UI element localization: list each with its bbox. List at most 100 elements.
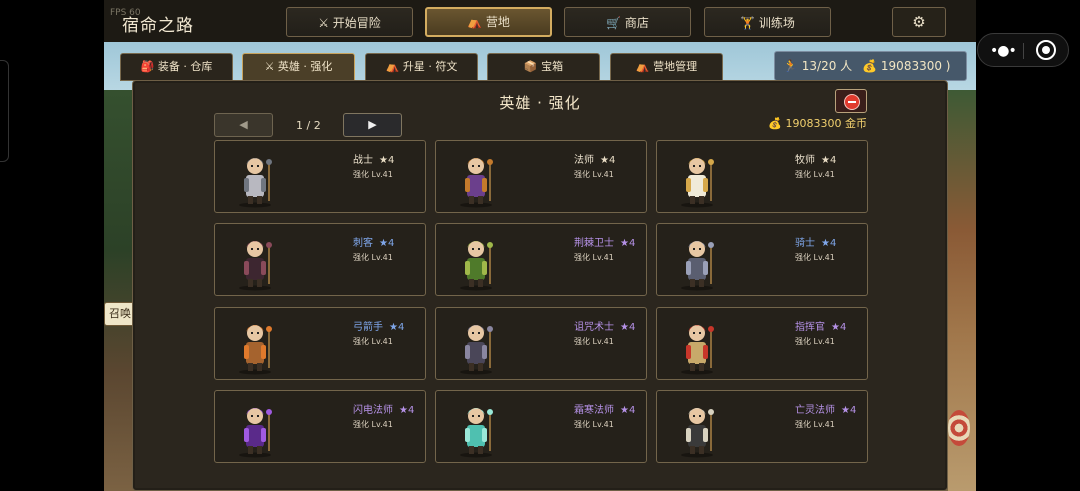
- hero-star-rating: ★4: [379, 155, 395, 166]
- hero-card[interactable]: 牧师 ★4 强化 Lv.41: [656, 140, 868, 213]
- hero-upgrade-level: 强化 Lv.41: [795, 170, 835, 179]
- hero-card[interactable]: 法师 ★4 强化 Lv.41: [435, 140, 647, 213]
- hero-star-rating: ★4: [399, 405, 415, 416]
- nav-shop[interactable]: 🛒 商店: [564, 7, 691, 37]
- hero-upgrade-level: 强化 Lv.41: [353, 337, 393, 346]
- hero-name-text: 骑士: [795, 238, 815, 249]
- hero-star-rating: ★4: [600, 155, 616, 166]
- hero-name-text: 霜寒法师: [574, 405, 614, 416]
- close-icon: [844, 94, 860, 110]
- hero-name-text: 刺客: [353, 238, 373, 249]
- resource-status: 🏃 13/20 人 💰 19083300 ): [774, 51, 967, 81]
- more-dots-icon[interactable]: •●•: [990, 43, 1017, 59]
- hero-portrait-icon: [460, 158, 493, 208]
- hero-portrait-icon: [460, 408, 493, 458]
- hero-star-rating: ★4: [620, 322, 636, 333]
- hero-upgrade-level: 强化 Lv.41: [795, 253, 835, 262]
- hero-portrait-icon: [681, 241, 714, 291]
- hero-upgrade-level: 强化 Lv.41: [574, 253, 614, 262]
- hero-name: 闪电法师 ★4: [353, 401, 414, 416]
- nav-start-adventure[interactable]: ⚔ 开始冒险: [286, 7, 413, 37]
- hero-name: 诅咒术士 ★4: [574, 318, 635, 333]
- tab-equipment-storage[interactable]: 🎒 装备 · 仓库: [120, 53, 233, 81]
- population-count: 🏃 13/20 人: [783, 59, 853, 73]
- gold-balance: 💰 19083300 金币: [768, 117, 867, 130]
- hero-card[interactable]: 荆棘卫士 ★4 强化 Lv.41: [435, 223, 647, 296]
- hero-name: 战士 ★4: [353, 151, 394, 166]
- hero-portrait-icon: [460, 325, 493, 375]
- hero-card[interactable]: 闪电法师 ★4 强化 Lv.41: [214, 390, 426, 463]
- hero-name: 刺客 ★4: [353, 234, 394, 249]
- hero-card[interactable]: 指挥官 ★4 强化 Lv.41: [656, 307, 868, 380]
- archery-target: [948, 410, 970, 446]
- hero-name: 骑士 ★4: [795, 234, 836, 249]
- tab-camp-management[interactable]: ⛺ 营地管理: [610, 53, 723, 81]
- screen-edge: [0, 60, 9, 162]
- hero-star-rating: ★4: [821, 238, 837, 249]
- hero-name-text: 荆棘卫士: [574, 238, 614, 249]
- hero-name-text: 指挥官: [795, 322, 825, 333]
- hero-portrait-icon: [239, 325, 272, 375]
- hero-name-text: 战士: [353, 155, 373, 166]
- hero-upgrade-level: 强化 Lv.41: [795, 420, 835, 429]
- hero-upgrade-level: 强化 Lv.41: [353, 253, 393, 262]
- hero-name-text: 法师: [574, 155, 594, 166]
- hero-card[interactable]: 骑士 ★4 强化 Lv.41: [656, 223, 868, 296]
- nav-training[interactable]: 🏋 训练场: [704, 7, 831, 37]
- hero-portrait-icon: [681, 158, 714, 208]
- next-page-button[interactable]: ▶: [343, 113, 402, 137]
- hero-portrait-icon: [239, 408, 272, 458]
- hero-name-text: 牧师: [795, 155, 815, 166]
- hero-star-rating: ★4: [821, 155, 837, 166]
- hero-portrait-icon: [681, 325, 714, 375]
- hero-upgrade-level: 强化 Lv.41: [353, 170, 393, 179]
- close-button[interactable]: [835, 89, 867, 113]
- gear-icon: ⚙: [912, 13, 926, 31]
- target-close-icon[interactable]: [1036, 40, 1056, 60]
- hero-upgrade-level: 强化 Lv.41: [574, 337, 614, 346]
- hero-portrait-icon: [460, 241, 493, 291]
- hero-portrait-icon: [239, 158, 272, 208]
- hero-portrait-icon: [681, 408, 714, 458]
- prev-page-button[interactable]: ◀: [214, 113, 273, 137]
- tab-hero-upgrade[interactable]: ⚔ 英雄 · 强化: [242, 53, 355, 81]
- tab-star-rune[interactable]: ⛺ 升星 · 符文: [365, 53, 478, 81]
- settings-button[interactable]: ⚙: [892, 7, 946, 37]
- hero-star-rating: ★4: [379, 238, 395, 249]
- scenery-forest-left: [104, 90, 134, 491]
- hero-name: 亡灵法师 ★4: [795, 401, 856, 416]
- game-title: 宿命之路: [122, 16, 194, 36]
- hero-upgrade-level: 强化 Lv.41: [353, 420, 393, 429]
- hero-card[interactable]: 弓箭手 ★4 强化 Lv.41: [214, 307, 426, 380]
- hero-name-text: 亡灵法师: [795, 405, 835, 416]
- hero-name: 法师 ★4: [574, 151, 615, 166]
- hero-card[interactable]: 诅咒术士 ★4 强化 Lv.41: [435, 307, 647, 380]
- hero-name-text: 弓箭手: [353, 322, 383, 333]
- hero-card[interactable]: 战士 ★4 强化 Lv.41: [214, 140, 426, 213]
- hero-name-text: 诅咒术士: [574, 322, 614, 333]
- hero-card[interactable]: 刺客 ★4 强化 Lv.41: [214, 223, 426, 296]
- hero-name: 牧师 ★4: [795, 151, 836, 166]
- page-indicator: 1 / 2: [296, 119, 321, 132]
- tab-chest[interactable]: 📦 宝箱: [487, 53, 600, 81]
- game-viewport: 召唤 FPS 60 宿命之路 ⚔ 开始冒险 ⛺ 营地 🛒 商店 🏋 训练场 ⚙ …: [104, 0, 976, 491]
- hero-card[interactable]: 亡灵法师 ★4 强化 Lv.41: [656, 390, 868, 463]
- nav-camp[interactable]: ⛺ 营地: [425, 7, 552, 37]
- hero-star-rating: ★4: [841, 405, 857, 416]
- hero-upgrade-level: 强化 Lv.41: [574, 170, 614, 179]
- capsule-divider: [1023, 43, 1024, 59]
- hero-portrait-icon: [239, 241, 272, 291]
- mini-program-capsule: •●•: [977, 33, 1069, 67]
- hero-star-rating: ★4: [831, 322, 847, 333]
- hero-star-rating: ★4: [389, 322, 405, 333]
- hero-name-text: 闪电法师: [353, 405, 393, 416]
- hero-upgrade-panel: 英雄 · 强化 ◀ 1 / 2 ▶ 💰 19083300 金币 战士 ★4 强化 L…: [132, 80, 948, 491]
- hero-name: 荆棘卫士 ★4: [574, 234, 635, 249]
- panel-title: 英雄 · 强化: [499, 94, 581, 112]
- hero-card[interactable]: 霜寒法师 ★4 强化 Lv.41: [435, 390, 647, 463]
- hero-star-rating: ★4: [620, 405, 636, 416]
- hero-star-rating: ★4: [620, 238, 636, 249]
- hero-name: 指挥官 ★4: [795, 318, 846, 333]
- hero-upgrade-level: 强化 Lv.41: [795, 337, 835, 346]
- hero-name: 霜寒法师 ★4: [574, 401, 635, 416]
